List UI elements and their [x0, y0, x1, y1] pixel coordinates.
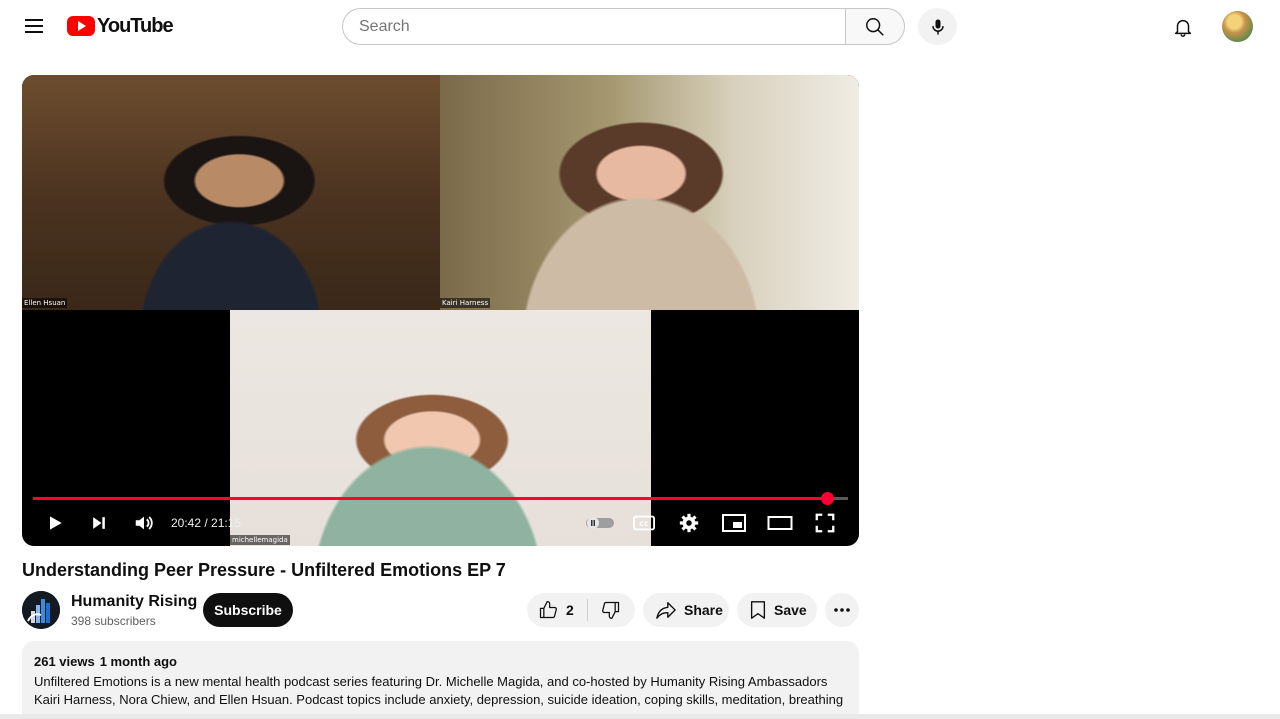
menu-icon[interactable] — [22, 14, 46, 38]
subscriber-count: 398 subscribers — [71, 614, 156, 628]
skip-next-icon — [93, 517, 105, 529]
save-button[interactable]: Save — [737, 593, 817, 627]
fullscreen-icon — [815, 513, 835, 533]
youtube-play-logo-icon — [67, 16, 95, 36]
search-box[interactable] — [342, 8, 846, 45]
channel-logo-icon — [22, 591, 60, 629]
play-button[interactable] — [41, 509, 69, 537]
voice-search-button[interactable] — [918, 8, 957, 45]
theater-mode-icon — [767, 516, 793, 530]
horizontal-scrollbar[interactable] — [0, 714, 1280, 719]
volume-icon — [135, 516, 153, 530]
participant-name: Kairi Harness — [440, 298, 491, 308]
search-input[interactable] — [359, 17, 846, 36]
closed-captions-icon: CC — [633, 515, 655, 531]
search-icon — [866, 17, 884, 36]
fullscreen-button[interactable] — [811, 509, 839, 537]
description-meta: 261 views 1 month ago — [34, 654, 847, 669]
logo-text: YouTube — [97, 14, 174, 37]
notifications-button[interactable] — [1170, 14, 1196, 40]
microphone-icon — [931, 19, 944, 34]
scrubber-handle[interactable] — [820, 492, 834, 505]
bell-icon — [1174, 19, 1192, 37]
participant-tile: Ellen Hsuan — [22, 75, 440, 310]
video-player[interactable]: Ellen Hsuan Kairi Harness michellemagida… — [22, 75, 859, 546]
mute-button[interactable] — [130, 509, 158, 537]
more-horizontal-icon — [834, 608, 850, 612]
thumbs-up-icon — [539, 601, 557, 619]
miniplayer-button[interactable] — [720, 509, 748, 537]
subtitles-button[interactable]: CC — [630, 509, 658, 537]
description-text: Unfiltered Emotions is a new mental heal… — [34, 674, 844, 707]
search-button[interactable] — [845, 8, 905, 45]
share-button[interactable]: Share — [643, 593, 729, 627]
theater-mode-button[interactable] — [765, 509, 795, 537]
channel-avatar[interactable] — [22, 591, 60, 629]
like-button[interactable]: 2 — [527, 593, 587, 627]
view-count: 261 views — [34, 654, 95, 669]
channel-name[interactable]: Humanity Rising — [71, 593, 197, 611]
share-label: Share — [684, 602, 723, 618]
bookmark-icon — [750, 601, 766, 619]
share-icon — [656, 602, 676, 619]
participant-tile: Kairi Harness — [440, 75, 859, 310]
video-title: Understanding Peer Pressure - Unfiltered… — [22, 560, 506, 580]
account-avatar[interactable] — [1222, 11, 1253, 42]
settings-button[interactable] — [675, 509, 703, 537]
masthead: YouTube — [0, 0, 1280, 52]
like-dislike-group: 2 — [527, 593, 635, 627]
youtube-logo[interactable]: YouTube — [67, 14, 174, 38]
more-actions-button[interactable] — [825, 593, 859, 627]
save-label: Save — [774, 602, 807, 618]
play-icon — [50, 516, 62, 530]
miniplayer-icon — [722, 514, 746, 532]
svg-text:CC: CC — [639, 520, 649, 528]
gear-icon — [679, 513, 699, 533]
progress-fill — [33, 497, 827, 500]
like-count: 2 — [566, 602, 574, 618]
autoplay-toggle-icon — [586, 517, 614, 529]
dislike-button[interactable] — [588, 593, 634, 627]
next-button[interactable] — [85, 509, 113, 537]
description-box[interactable]: 261 views 1 month ago Unfiltered Emotions… — [22, 641, 859, 719]
upload-date: 1 month ago — [99, 654, 177, 669]
autoplay-toggle[interactable] — [583, 509, 617, 537]
player-controls: 20:42 / 21:15 CC — [22, 505, 859, 541]
time-display: 20:42 / 21:15 — [171, 516, 242, 530]
thumbs-down-icon — [602, 601, 620, 619]
progress-bar[interactable] — [33, 492, 848, 505]
subscribe-button[interactable]: Subscribe — [203, 593, 293, 627]
participant-name: Ellen Hsuan — [22, 298, 68, 308]
